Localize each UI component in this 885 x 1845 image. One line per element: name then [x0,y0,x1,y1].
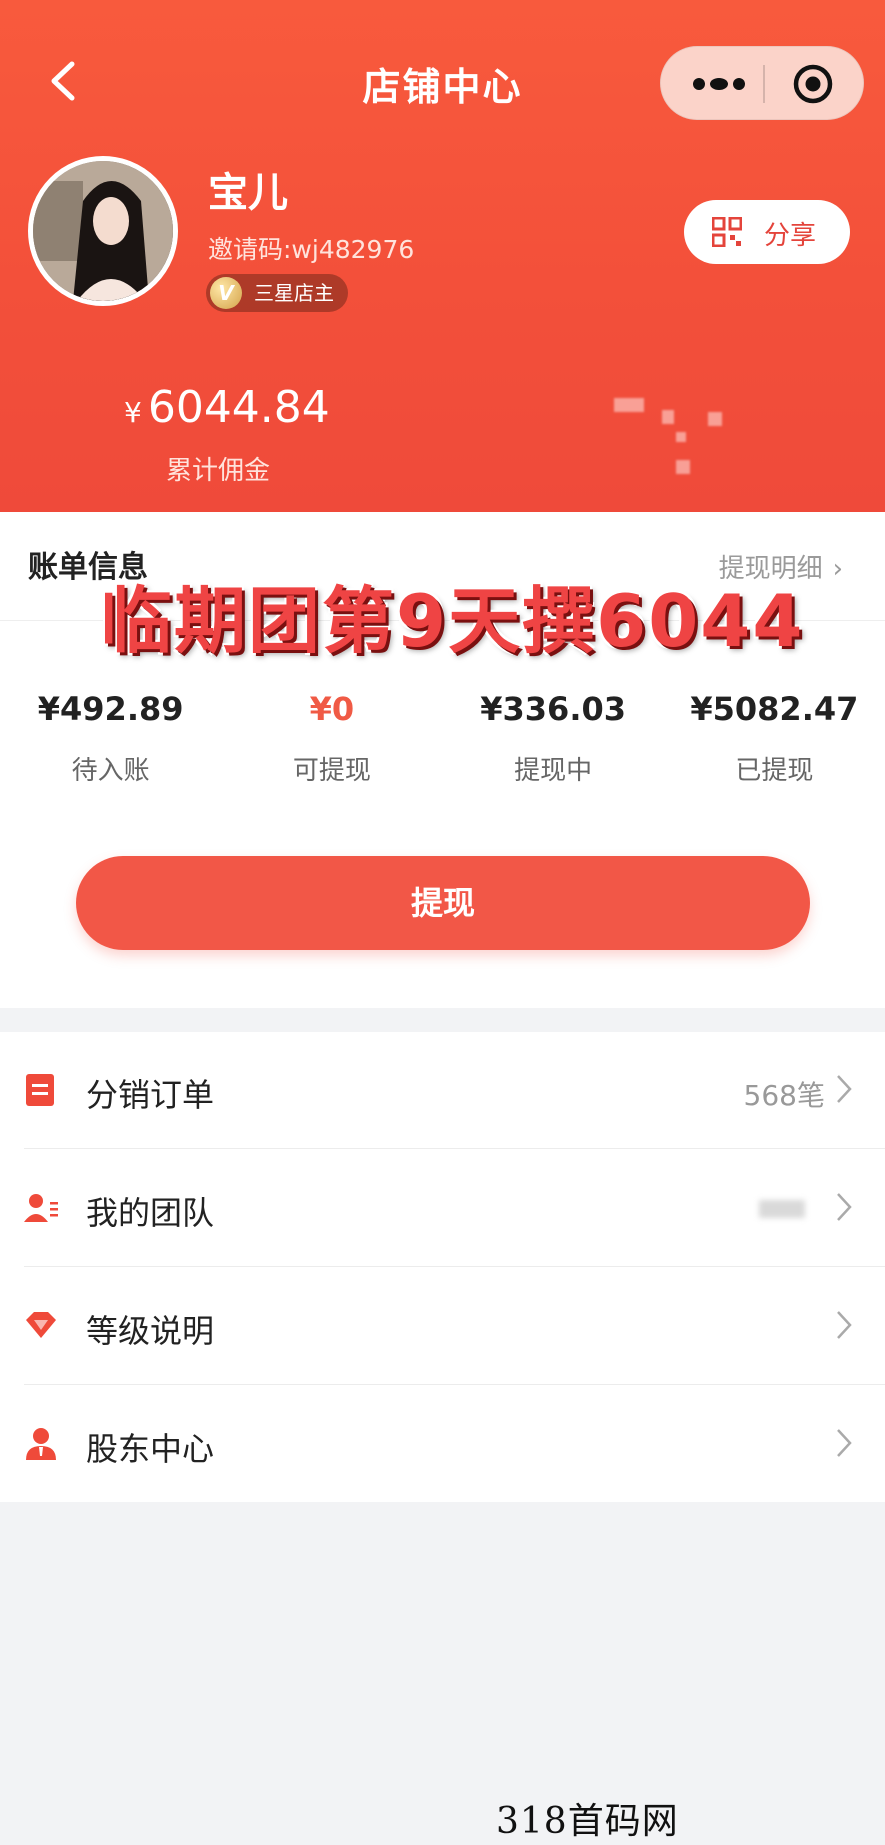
stat-label: 已提现 [735,756,814,786]
level-badge: V 三星店主 [206,274,348,312]
blurred-team-count [759,1200,805,1218]
menu-label: 我的团队 [86,1194,215,1232]
chevron-right-icon [837,1311,852,1339]
share-label: 分享 [764,221,817,251]
menu-item-distribution-orders[interactable]: 分销订单 568笔 [0,1032,885,1149]
invite-code: 邀请码:wj482976 [208,235,415,264]
stat-pending[interactable]: ¥492.89 待入账 [0,690,221,800]
avatar[interactable] [28,156,178,306]
blurred-content [676,460,690,474]
vip-badge-icon: V [210,277,242,309]
stat-value: ¥492.89 [37,690,184,728]
stat-value: ¥336.03 [480,690,626,728]
chevron-right-icon [837,1429,852,1457]
divider [24,1148,885,1149]
commission-value: 6044.84 [147,382,330,433]
diamond-icon [26,1312,56,1338]
chevron-right-icon [837,1075,852,1103]
team-icon [24,1194,58,1222]
bill-stats: ¥492.89 待入账 ¥0 可提现 ¥336.03 提现中 ¥5082.47 … [0,690,885,800]
chevron-right-icon: › [832,554,843,584]
stat-withdrawable[interactable]: ¥0 可提现 [221,690,442,800]
currency-symbol: ¥ [124,396,142,429]
shop-header: 店铺中心 宝儿 邀请码:wj482976 V 三星店主 分享 ¥ 6044.84… [0,0,885,512]
stat-value: ¥0 [309,690,355,728]
close-target-icon[interactable] [791,62,835,106]
blurred-content [708,412,722,426]
stat-withdrawing[interactable]: ¥336.03 提现中 [443,690,664,800]
blurred-content [614,398,644,412]
order-list-icon [26,1074,54,1106]
menu-label: 股东中心 [86,1430,215,1468]
share-button[interactable]: 分享 [684,200,850,264]
menu-list: 分销订单 568笔 我的团队 等级说明 股东中心 [0,1032,885,1502]
total-commission-label: 累计佣金 [166,456,271,486]
divider [24,1266,885,1267]
withdraw-button[interactable]: 提现 [76,856,810,950]
more-dots-icon[interactable] [691,71,747,97]
menu-item-level-description[interactable]: 等级说明 [0,1268,885,1385]
avatar-photo [33,161,173,301]
blurred-content [676,432,686,442]
bill-card: 账单信息 提现明细 › ¥492.89 待入账 ¥0 可提现 ¥336.03 提现… [0,512,885,1008]
level-label: 三星店主 [254,281,334,305]
stat-value: ¥5082.47 [690,690,859,728]
overlay-caption: 临期团第9天撰6044 [100,579,805,663]
site-watermark: 318首码网 www.e318.com [496,1801,784,1845]
menu-label: 分销订单 [86,1076,215,1114]
total-commission-amount: ¥6044.84 [124,382,330,433]
order-count: 568笔 [743,1079,825,1112]
chevron-right-icon [837,1193,852,1221]
qr-code-icon [712,217,742,247]
capsule-divider [763,65,765,103]
stat-label: 提现中 [514,756,593,786]
navigation-bar: 店铺中心 [0,0,885,160]
miniprogram-capsule [660,46,864,120]
shareholder-icon [26,1428,56,1460]
divider [24,1384,885,1385]
stat-withdrawn[interactable]: ¥5082.47 已提现 [664,690,885,800]
stat-label: 待入账 [71,756,150,786]
menu-label: 等级说明 [86,1312,215,1350]
menu-item-my-team[interactable]: 我的团队 [0,1150,885,1267]
stat-label: 可提现 [292,756,371,786]
menu-item-shareholder-center[interactable]: 股东中心 [0,1386,885,1503]
blurred-content [662,410,674,424]
user-name: 宝儿 [208,170,288,216]
